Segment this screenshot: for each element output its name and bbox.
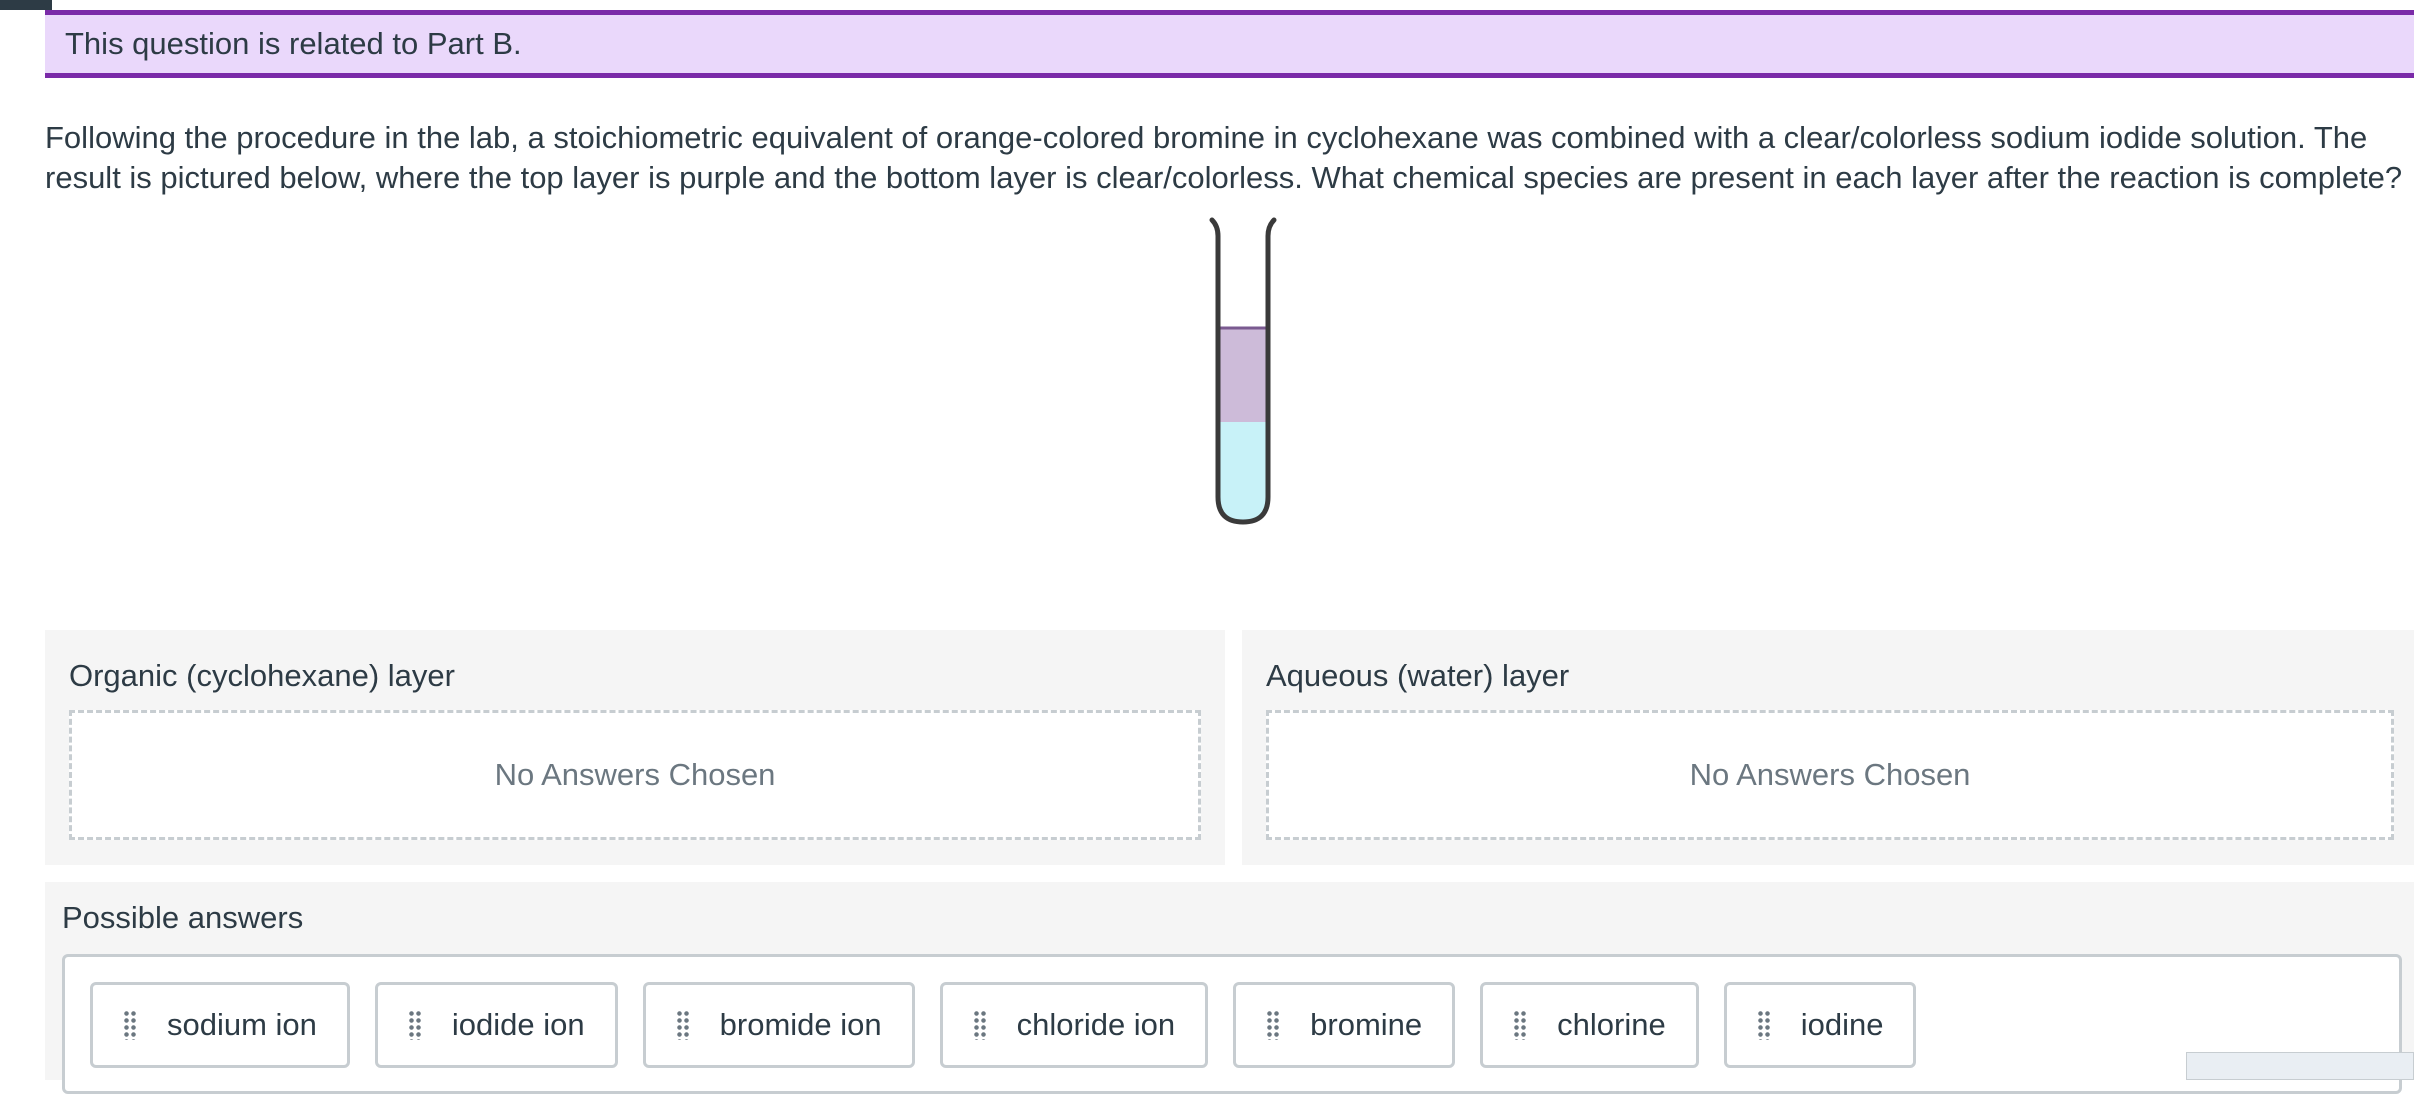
drag-handle-icon [123,1010,137,1040]
possible-answers-list: sodium ion iodide ion bromide ion chlori… [62,954,2402,1094]
answer-label: bromide ion [719,1007,882,1042]
drag-handle-icon [407,1010,422,1040]
organic-empty-text: No Answers Chosen [494,757,776,792]
answer-chip-chloride-ion[interactable]: chloride ion [939,982,1209,1068]
question-text: Following the procedure in the lab, a st… [45,118,2414,198]
possible-answers-title: Possible answers [62,900,304,935]
answer-label: bromine [1310,1007,1423,1042]
answer-label: chlorine [1557,1007,1666,1042]
drag-handle-icon [1756,1010,1771,1040]
answer-chip-bromide-ion[interactable]: bromide ion [642,982,915,1068]
drag-handle-icon [675,1010,690,1040]
organic-layer-title: Organic (cyclohexane) layer [69,658,455,693]
organic-layer-dropzone[interactable]: No Answers Chosen [69,710,1201,840]
answer-label: iodide ion [451,1007,585,1042]
banner-text: This question is related to Part B. [65,26,522,61]
top-layer-purple [1218,328,1268,422]
answer-chip-bromine[interactable]: bromine [1233,982,1456,1068]
drag-handle-icon [972,1010,987,1040]
answer-label: chloride ion [1016,1007,1176,1042]
organic-layer-panel: Organic (cyclohexane) layer No Answers C… [45,630,1225,865]
answer-chip-chlorine[interactable]: chlorine [1480,982,1699,1068]
answer-chip-sodium-ion[interactable]: sodium ion [90,982,350,1068]
test-tube-image [1209,217,1277,525]
answer-chip-iodide-ion[interactable]: iodide ion [374,982,618,1068]
possible-answers-panel: Possible answers sodium ion iodide ion b… [45,882,2414,1094]
aqueous-layer-dropzone[interactable]: No Answers Chosen [1266,710,2394,840]
aqueous-layer-title: Aqueous (water) layer [1266,658,1570,693]
answer-label: sodium ion [167,1007,317,1042]
question-line-1: Following the procedure in the lab, a st… [45,120,2368,155]
answer-label: iodine [1800,1007,1884,1042]
bottom-layer-clear [1218,422,1268,522]
drag-handle-icon [1513,1010,1528,1040]
corner-mark [0,0,52,10]
screenshot-thumbnail[interactable] [2186,1052,2414,1080]
question-line-2: result is pictured below, where the top … [45,160,2403,195]
part-banner: This question is related to Part B. [45,10,2414,78]
answer-chip-iodine[interactable]: iodine [1723,982,1917,1068]
aqueous-layer-panel: Aqueous (water) layer No Answers Chosen [1242,630,2414,865]
drag-handle-icon [1266,1010,1281,1040]
aqueous-empty-text: No Answers Chosen [1689,757,1971,792]
